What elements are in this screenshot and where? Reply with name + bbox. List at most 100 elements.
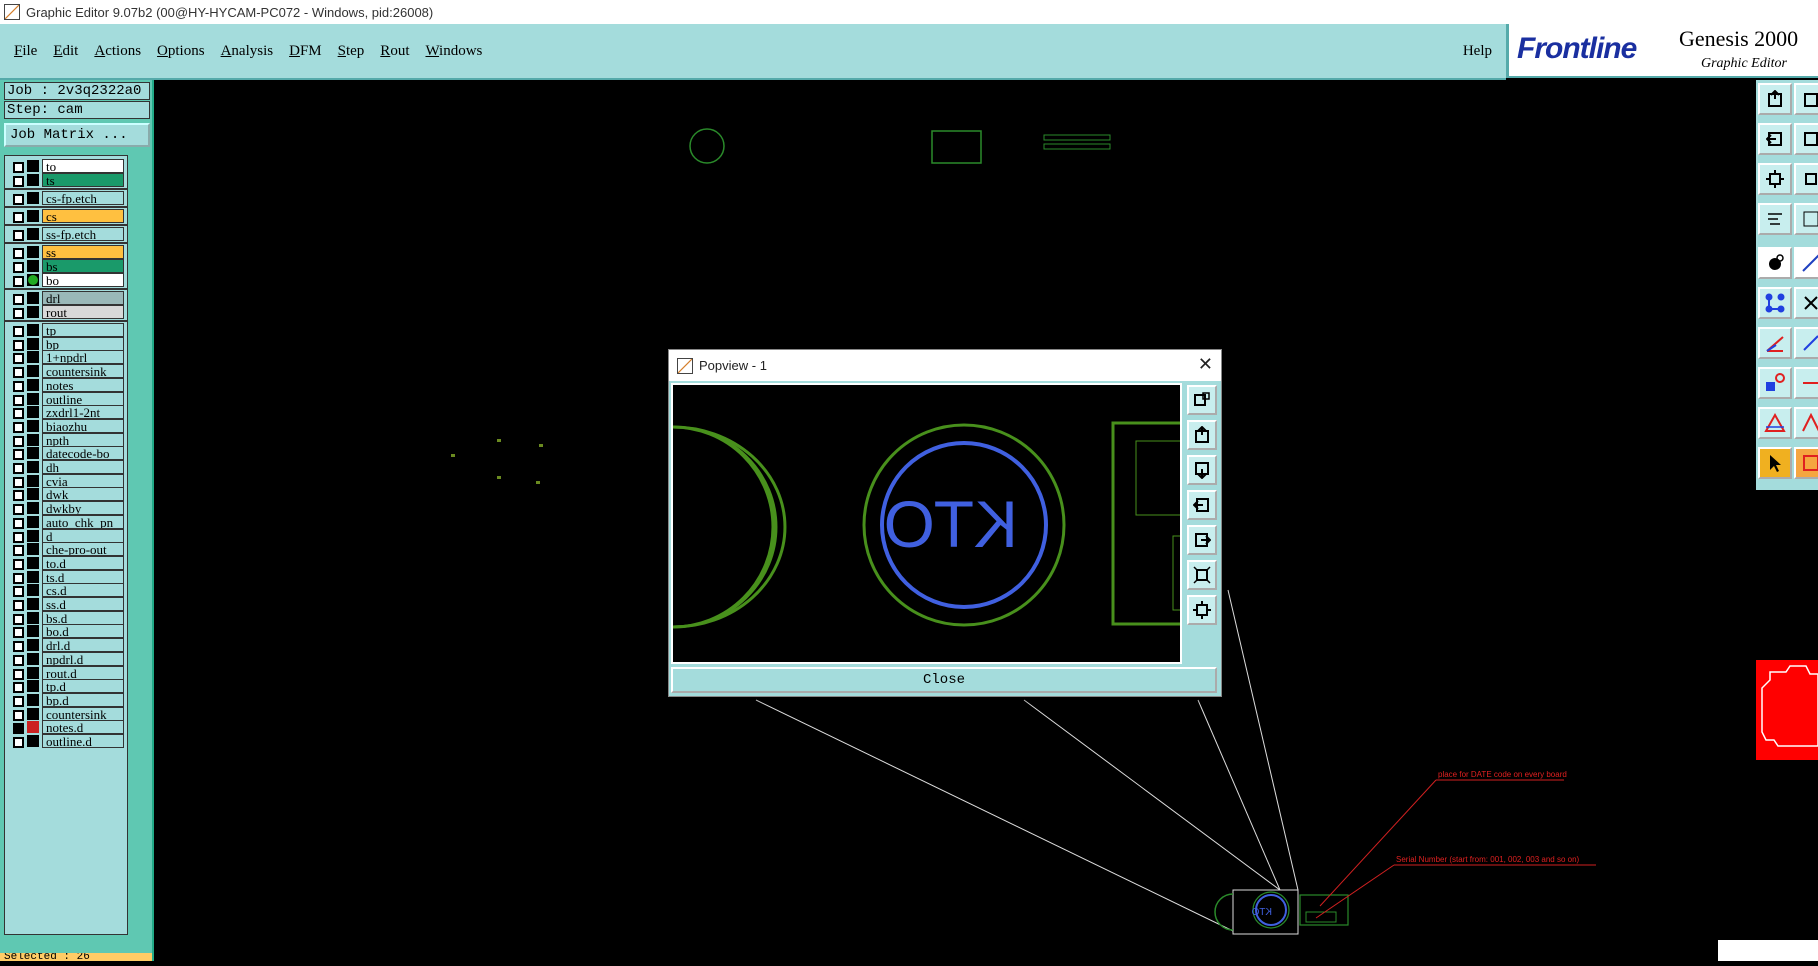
angle-icon[interactable] (1758, 327, 1792, 359)
layer-status-icon[interactable] (27, 707, 39, 720)
layer-checkbox[interactable] (13, 558, 24, 570)
layer-row[interactable]: ts (7, 173, 125, 188)
layer-checkbox[interactable] (13, 723, 24, 735)
home-view-icon[interactable] (1758, 83, 1792, 115)
layer-name[interactable]: dwk (42, 487, 124, 502)
cross-icon[interactable] (1794, 287, 1818, 319)
layer-checkbox[interactable] (13, 380, 24, 392)
layer-checkbox[interactable] (13, 572, 24, 584)
snap-icon[interactable] (1758, 247, 1792, 279)
layer-status-icon[interactable] (27, 365, 39, 378)
layer-checkbox[interactable] (13, 613, 24, 625)
layer-checkbox[interactable] (13, 449, 24, 461)
layer-status-icon[interactable] (27, 447, 39, 460)
menu-help[interactable]: Help (1463, 43, 1492, 60)
layer-name[interactable]: tp.d (42, 679, 124, 694)
layer-checkbox[interactable] (13, 308, 24, 319)
layer-status-icon[interactable] (27, 192, 39, 204)
layer-name[interactable]: bo (42, 273, 124, 287)
edit-mode-icon[interactable] (1794, 447, 1818, 479)
layer-status-icon[interactable] (27, 543, 39, 556)
layer-checkbox[interactable] (13, 394, 24, 406)
layer-status-icon[interactable] (27, 324, 39, 336)
menu-analysis[interactable]: Analysis (221, 43, 274, 60)
layer-checkbox[interactable] (13, 435, 24, 447)
layer-name[interactable]: npth (42, 432, 124, 447)
layer-status-icon[interactable] (27, 625, 39, 638)
layer-row[interactable]: drl (7, 291, 125, 306)
layer-name[interactable]: zxdrl1-2nt (42, 405, 124, 420)
layer-checkbox[interactable] (13, 695, 24, 707)
popview-screen[interactable]: KTO (671, 383, 1195, 664)
layer-checkbox[interactable] (13, 504, 24, 516)
menu-windows[interactable]: Windows (425, 43, 482, 60)
layer-name[interactable]: bo.d (42, 624, 124, 639)
layer-row[interactable]: ss-fp.etch (7, 227, 125, 242)
layer-status-icon[interactable] (27, 378, 39, 391)
layer-status-icon[interactable] (27, 598, 39, 610)
layer-checkbox[interactable] (13, 737, 24, 748)
layer-status-icon[interactable] (27, 228, 39, 240)
layer-checkbox[interactable] (13, 408, 24, 420)
layer-row[interactable]: cs (7, 209, 125, 224)
layer-checkbox[interactable] (13, 600, 24, 611)
layer-checkbox[interactable] (13, 654, 24, 666)
layer-checkbox[interactable] (13, 176, 24, 187)
layer-name[interactable]: ss (42, 245, 124, 259)
layer-row[interactable]: to (7, 159, 125, 174)
popview-home-icon[interactable] (1187, 420, 1217, 450)
menu-options[interactable]: Options (157, 43, 205, 60)
layer-name[interactable]: ss-fp.etch (42, 227, 124, 241)
layer-status-icon[interactable] (27, 611, 39, 624)
layer-name[interactable]: ts (42, 173, 124, 187)
popview-close-icon[interactable]: ✕ (1198, 355, 1213, 373)
layer-status-icon[interactable] (27, 556, 39, 569)
layer-name[interactable]: to.d (42, 555, 124, 570)
layer-status-icon[interactable] (27, 680, 39, 693)
layer-checkbox[interactable] (13, 212, 24, 223)
layer-checkbox[interactable] (13, 709, 24, 721)
board-overview[interactable] (1756, 660, 1818, 760)
layer-name[interactable]: che-pro-out (42, 542, 124, 557)
layer-name[interactable]: notes.d (42, 720, 124, 735)
layer-name[interactable]: biaozhu (42, 418, 124, 433)
layer-name[interactable]: rout.d (42, 665, 124, 680)
layer-status-icon[interactable] (27, 639, 39, 652)
menu-step[interactable]: Step (338, 43, 365, 60)
popview-pan-right-icon[interactable] (1187, 525, 1217, 555)
layer-status-icon[interactable] (27, 529, 39, 542)
layer-checkbox[interactable] (13, 162, 24, 173)
layer-name[interactable]: cs.d (42, 583, 124, 598)
layer-name[interactable]: auto_chk_pn (42, 514, 124, 529)
layer-row[interactable]: bs (7, 259, 125, 274)
layer-checkbox[interactable] (13, 490, 24, 502)
pan-left-icon[interactable] (1758, 123, 1792, 155)
layer-status-icon[interactable] (27, 693, 39, 706)
layer-checkbox[interactable] (13, 641, 24, 653)
layer-status-icon[interactable] (27, 392, 39, 405)
layer-status-icon[interactable] (27, 419, 39, 432)
pan-up-icon[interactable] (1794, 83, 1818, 115)
layer-name[interactable]: drl.d (42, 638, 124, 653)
pan-right-icon[interactable] (1794, 123, 1818, 155)
layer-status-icon[interactable] (27, 735, 39, 747)
layer-name[interactable]: npdrl.d (42, 651, 124, 666)
layer-name[interactable]: dh (42, 460, 124, 474)
zoom-in-icon[interactable] (1794, 163, 1818, 195)
layer-status-icon[interactable] (27, 351, 39, 364)
layer-name[interactable]: cvia (42, 473, 124, 488)
line-draw-icon[interactable] (1794, 247, 1818, 279)
layer-status-icon[interactable] (27, 570, 39, 583)
layer-name[interactable]: d (42, 528, 124, 543)
layer-name[interactable]: outline (42, 391, 124, 406)
layer-status-icon[interactable] (27, 210, 39, 222)
layer-status-icon[interactable] (27, 260, 39, 272)
diagonal-icon[interactable] (1794, 327, 1818, 359)
layer-name[interactable]: cs (42, 209, 124, 223)
layer-checkbox[interactable] (13, 545, 24, 557)
layer-status-icon[interactable] (27, 337, 39, 350)
layer-name[interactable]: dwkby (42, 501, 124, 516)
popview-zoom-icon[interactable] (1187, 385, 1217, 415)
layer-checkbox[interactable] (13, 367, 24, 379)
layer-name[interactable]: cs-fp.etch (42, 191, 124, 205)
